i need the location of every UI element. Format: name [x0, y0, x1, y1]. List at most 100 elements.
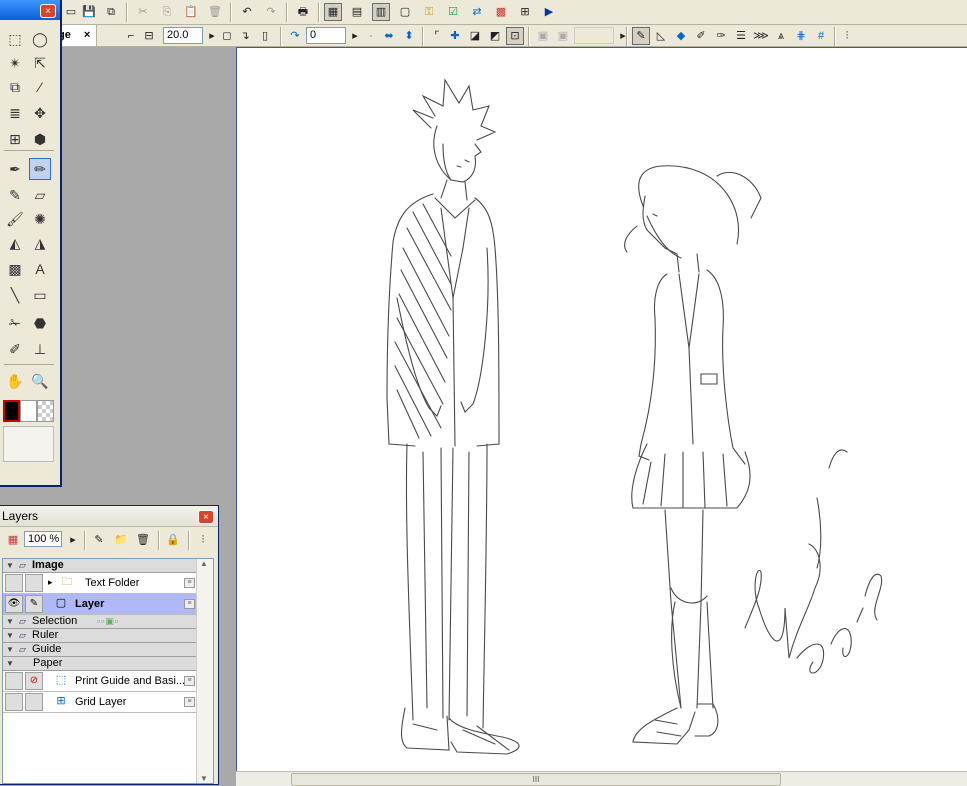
snap-guide-icon[interactable]: #	[812, 27, 830, 45]
visibility-toggle[interactable]	[5, 672, 23, 690]
opacity-arrow-icon[interactable]: ▸	[64, 531, 82, 549]
page-icon[interactable]: ▯	[256, 27, 274, 45]
new-layer-icon[interactable]: ✎	[90, 531, 108, 549]
blend-mode-icon[interactable]: ▦	[4, 531, 22, 549]
view-navigator-icon[interactable]: ▥	[372, 3, 390, 21]
rectangle-icon[interactable]: ▭	[29, 284, 51, 306]
gradient-lines-icon[interactable]: ≣	[4, 102, 26, 124]
main-color-swatch[interactable]	[3, 400, 20, 422]
layer-options-icon[interactable]: ≡	[184, 599, 195, 609]
color-set-icon[interactable]: ▩	[492, 3, 510, 21]
zoom-icon[interactable]: 🔍	[29, 370, 51, 392]
folder-expand-icon[interactable]: ▸	[48, 577, 53, 588]
layers-close-button[interactable]: ×	[198, 510, 214, 524]
lock-toggle[interactable]	[25, 693, 43, 711]
new-folder-icon[interactable]: 📁	[112, 531, 130, 549]
grid-tool-icon[interactable]: ⊞	[4, 128, 26, 150]
layers-panel-titlebar[interactable]: Layers	[0, 506, 218, 527]
start-stroke-icon[interactable]: ◻	[218, 27, 236, 45]
eraser-icon[interactable]: ▱	[29, 184, 51, 206]
check-window-icon[interactable]: ☑	[444, 3, 462, 21]
text-icon[interactable]: A	[29, 258, 51, 280]
scroll-thumb[interactable]: III	[291, 773, 781, 786]
delete-layer-icon[interactable]: 🗑	[134, 531, 152, 549]
ruler-pen-icon[interactable]: ✐	[4, 338, 26, 360]
layer-group-row[interactable]: ▼ ▱ Image	[3, 559, 197, 573]
new-doc-icon[interactable]: ▭	[62, 3, 80, 21]
rotate-icon[interactable]: ↷	[286, 27, 304, 45]
marker-icon[interactable]: ✎	[4, 184, 26, 206]
layer-group-row[interactable]: ▼ ▱ Selection ▫▫▣▫	[3, 615, 197, 629]
brush-shape-icon[interactable]: ⌐	[122, 27, 140, 45]
snap-perspective-icon[interactable]: ⩓	[772, 27, 790, 45]
snap-radial-icon[interactable]: ⋙	[752, 27, 770, 45]
visibility-toggle[interactable]	[5, 574, 23, 592]
triangle-icon[interactable]: ◺	[652, 27, 670, 45]
view-window-icon[interactable]: ▢	[396, 3, 414, 21]
save-icon[interactable]: 💾	[80, 3, 98, 21]
layer-options-icon[interactable]: ≡	[184, 578, 195, 588]
crop-icon[interactable]: ⌜	[428, 27, 446, 45]
cut-icon[interactable]: ✂	[134, 3, 152, 21]
line-icon[interactable]: ╲	[4, 284, 26, 306]
move-icon[interactable]: ✥	[29, 102, 51, 124]
scroll-up-arrow-icon[interactable]: ▲	[200, 559, 208, 568]
brush-icon[interactable]: 🖌	[4, 208, 26, 230]
scroll-down-arrow-icon[interactable]: ▼	[200, 774, 208, 783]
eye-icon[interactable]: 👁	[5, 595, 23, 613]
edit-pen-icon[interactable]: ✎	[25, 595, 43, 613]
grid-toggle-icon[interactable]: ⊡	[506, 27, 524, 45]
end-stroke-icon[interactable]: ↴	[236, 27, 254, 45]
save-as-icon[interactable]: ⧉	[102, 3, 120, 21]
color-bucket-icon[interactable]: ⬣	[29, 312, 51, 334]
material-icon[interactable]: ⊞	[516, 3, 534, 21]
delete-icon[interactable]: 🗑	[206, 3, 224, 21]
expand-arrow-icon[interactable]: ▼	[6, 615, 14, 628]
correct-line-icon[interactable]: ✁	[4, 312, 26, 334]
expand-arrow-icon[interactable]: ▼	[6, 559, 14, 572]
bucket-icon[interactable]: ◆	[672, 27, 690, 45]
layer-row[interactable]: 👁 ✎ ▢ Layer ≡	[3, 594, 197, 615]
brush-size-icon[interactable]: ⊟	[140, 27, 158, 45]
snap-pen-icon[interactable]: ✐	[692, 27, 710, 45]
lock-toggle[interactable]	[25, 574, 43, 592]
airbrush-icon[interactable]: ✺	[29, 208, 51, 230]
opacity-input[interactable]: 100 %	[24, 531, 62, 547]
magic-wand-icon[interactable]: ✴	[4, 52, 26, 74]
swap-icon[interactable]: ⇄	[468, 3, 486, 21]
layer-options-icon[interactable]: ≡	[184, 697, 195, 707]
view-tools-icon[interactable]: ▦	[324, 3, 342, 21]
undo-icon[interactable]: ↶	[238, 3, 256, 21]
expand-arrow-icon[interactable]: ▼	[6, 643, 14, 656]
print-icon[interactable]: 🖶	[294, 3, 312, 21]
layer-row[interactable]: ⊘ ⬚ Print Guide and Basi... ≡	[3, 671, 197, 692]
transform-icon[interactable]: ◪	[466, 27, 484, 45]
copy-icon[interactable]: ⎘	[158, 3, 176, 21]
close-tab-icon[interactable]: ×	[84, 29, 90, 41]
expand-arrow-icon[interactable]: ▼	[6, 657, 14, 670]
sub-color-swatch[interactable]	[20, 400, 37, 422]
dot-icon[interactable]: ·	[362, 27, 380, 45]
fill-plus-icon[interactable]: ◮	[29, 232, 51, 254]
hand-icon[interactable]: ✋	[4, 370, 26, 392]
distort-icon[interactable]: ◩	[486, 27, 504, 45]
horizontal-scrollbar[interactable]: III	[236, 771, 967, 786]
lasso-icon[interactable]: ◯	[29, 28, 51, 50]
layer-group-row[interactable]: ▼ ▱ Guide	[3, 643, 197, 657]
layer-group-row[interactable]: ▼ Paper	[3, 657, 197, 671]
layers-menu-icon[interactable]: ⫶	[194, 531, 212, 549]
key-icon[interactable]: ⚿	[420, 3, 438, 21]
tools-close-button[interactable]: ×	[40, 4, 56, 18]
panel-menu-icon[interactable]: ⫶	[838, 27, 856, 45]
transparent-color-swatch[interactable]	[37, 400, 54, 422]
snap-line-icon[interactable]: ☰	[732, 27, 750, 45]
pencil-icon[interactable]: ✏	[29, 158, 51, 180]
layer-row[interactable]: ▸ 🗀 Text Folder ≡	[3, 573, 197, 594]
gradient-icon[interactable]: ▩	[4, 258, 26, 280]
layers-vertical-scrollbar[interactable]: ▲ ▼	[196, 559, 213, 783]
pen-pressure-icon[interactable]: ✎	[632, 27, 650, 45]
snap-grid-icon[interactable]: ⋕	[792, 27, 810, 45]
visibility-toggle[interactable]	[5, 693, 23, 711]
layer-options-icon[interactable]: ≡	[184, 676, 195, 686]
angle-input[interactable]: 0	[306, 27, 346, 44]
